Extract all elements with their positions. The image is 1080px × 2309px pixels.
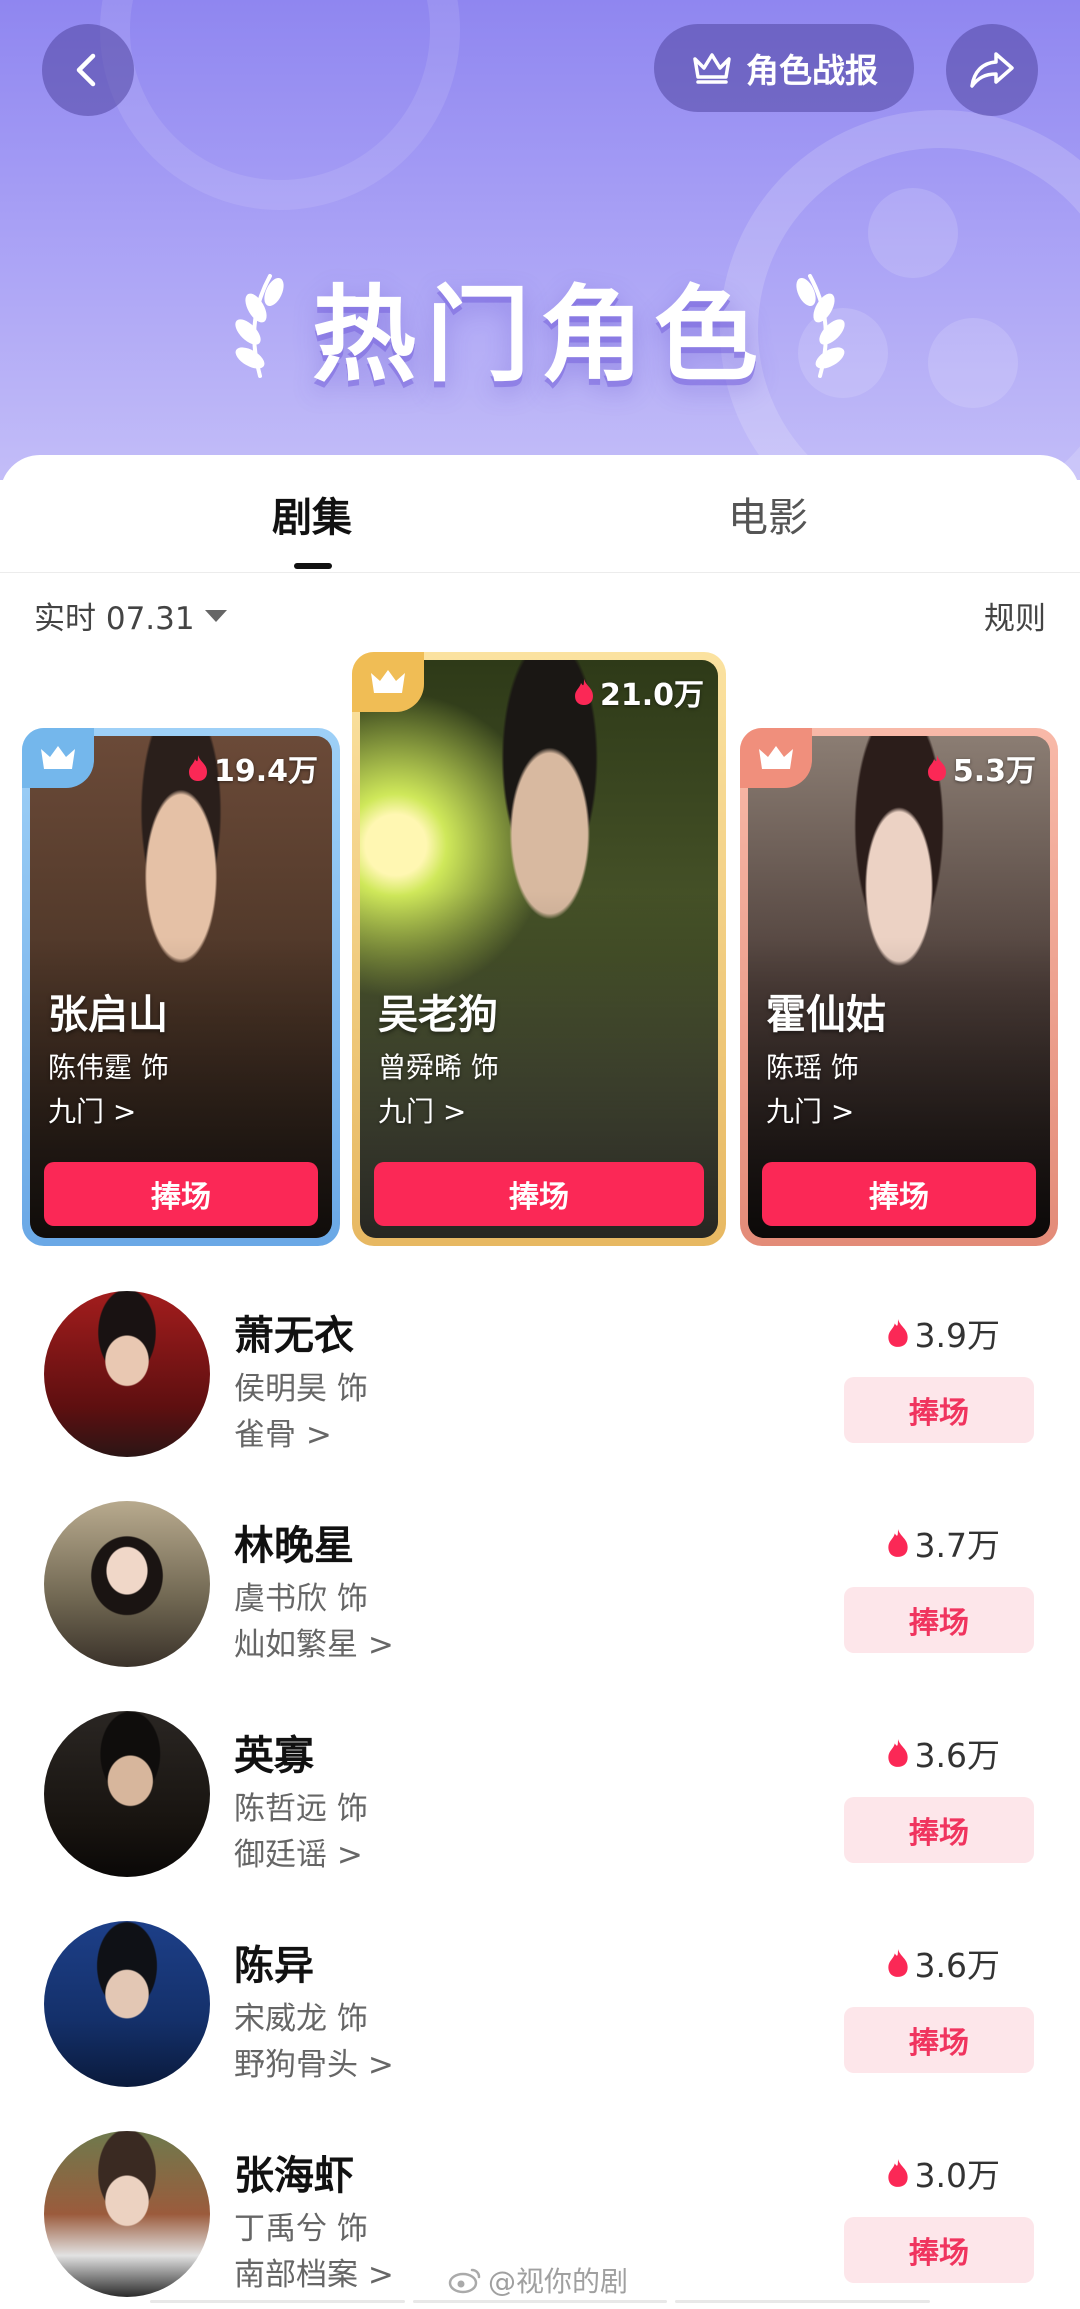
- flame-icon: [887, 1739, 908, 1767]
- avatar: [44, 2131, 210, 2297]
- role-name: 陈异: [234, 1943, 314, 1989]
- flame-icon: [574, 679, 593, 705]
- back-arrow-icon: [76, 53, 96, 87]
- actor-name: 陈瑶 饰: [766, 1051, 859, 1084]
- role-photo: [360, 660, 718, 1238]
- heat-text: 21.0万: [599, 678, 704, 713]
- category-tabs: 剧集 电影: [0, 455, 1080, 573]
- tab-movie[interactable]: 电影: [728, 485, 808, 543]
- heat-value: 21.0万: [572, 670, 704, 714]
- top-role-card[interactable]: 19.4万 张启山 陈伟霆 饰 九门 > 捧场: [22, 728, 340, 1246]
- show-link[interactable]: 雀骨 >: [234, 1409, 332, 1454]
- heat-value: 3.0万: [885, 2149, 1000, 2197]
- rank-crown-badge: [22, 728, 94, 788]
- show-link[interactable]: 御廷谣 >: [234, 1829, 363, 1874]
- watermark: @视你的剧: [448, 2260, 628, 2300]
- caret-down-icon: [204, 609, 227, 622]
- actor-name: 陈哲远 饰: [234, 1791, 368, 1827]
- heat-value: 3.9万: [885, 1309, 1000, 1357]
- support-button[interactable]: 捧场: [374, 1162, 704, 1226]
- actor-name: 宋威龙 饰: [234, 2001, 368, 2037]
- role-name: 林晚星: [234, 1523, 354, 1569]
- flame-icon: [927, 755, 946, 781]
- support-button[interactable]: 捧场: [844, 2007, 1034, 2073]
- list-item[interactable]: 英寡 陈哲远 饰 御廷谣 > 3.6万 捧场: [0, 1711, 1080, 1901]
- show-link[interactable]: 野狗骨头 >: [234, 2039, 394, 2084]
- hero-banner: 角色战报 热门角色: [0, 0, 1080, 480]
- heat-value: 3.6万: [885, 1939, 1000, 1987]
- heat-text: 3.7万: [914, 1526, 1000, 1565]
- heat-text: 5.3万: [952, 754, 1036, 789]
- support-button[interactable]: 捧场: [844, 1377, 1034, 1443]
- avatar: [44, 1921, 210, 2087]
- top-role-card[interactable]: 5.3万 霍仙姑 陈瑶 饰 九门 > 捧场: [740, 728, 1058, 1246]
- share-button[interactable]: [946, 24, 1038, 116]
- laurel-right-icon: [796, 274, 845, 378]
- watermark-text: @视你的剧: [488, 2265, 629, 2298]
- flame-icon: [887, 1949, 908, 1977]
- flame-icon: [887, 2159, 908, 2187]
- support-button[interactable]: 捧场: [762, 1162, 1036, 1226]
- role-name: 萧无衣: [234, 1313, 354, 1359]
- role-name: 张启山: [48, 992, 168, 1038]
- heat-value: 3.7万: [885, 1519, 1000, 1567]
- heat-text: 3.0万: [914, 2156, 1000, 2195]
- flame-icon: [887, 1529, 908, 1557]
- heat-value: 3.6万: [885, 1729, 1000, 1777]
- support-button[interactable]: 捧场: [844, 1587, 1034, 1653]
- flame-icon: [887, 1319, 908, 1347]
- list-item[interactable]: 萧无衣 侯明昊 饰 雀骨 > 3.9万 捧场: [0, 1291, 1080, 1481]
- role-name: 霍仙姑: [766, 992, 886, 1038]
- weibo-logo-icon: [448, 2268, 481, 2294]
- film-reel-decoration: [100, 0, 460, 210]
- actor-name: 虞书欣 饰: [234, 1581, 368, 1617]
- back-button[interactable]: [42, 24, 134, 116]
- heat-text: 19.4万: [213, 754, 318, 789]
- role-report-button[interactable]: 角色战报: [654, 24, 914, 112]
- role-name: 吴老狗: [378, 992, 498, 1038]
- avatar: [44, 1291, 210, 1457]
- support-button[interactable]: 捧场: [44, 1162, 318, 1226]
- date-filter-dropdown[interactable]: 实时 07.31: [34, 593, 229, 638]
- flame-icon: [188, 755, 207, 781]
- role-report-label: 角色战报: [746, 51, 878, 90]
- crown-icon: [759, 746, 793, 769]
- crown-icon: [41, 746, 75, 769]
- support-button[interactable]: 捧场: [844, 2217, 1034, 2283]
- actor-name: 丁禹兮 饰: [234, 2211, 368, 2247]
- actor-name: 陈伟霆 饰: [48, 1051, 169, 1084]
- actor-name: 曾舜晞 饰: [378, 1051, 499, 1084]
- show-link[interactable]: 南部档案 >: [234, 2249, 394, 2294]
- list-item[interactable]: 林晚星 虞书欣 饰 灿如繁星 > 3.7万 捧场: [0, 1501, 1080, 1691]
- filter-row: 实时 07.31 规则: [0, 593, 1080, 643]
- date-filter-label: 实时 07.31: [34, 601, 195, 637]
- show-link[interactable]: 九门 >: [48, 1090, 136, 1130]
- page-title: 热门角色: [311, 274, 768, 396]
- show-link[interactable]: 灿如繁星 >: [234, 1619, 394, 1664]
- share-arrow-icon: [970, 52, 1014, 88]
- heat-text: 3.9万: [914, 1316, 1000, 1355]
- heat-text: 3.6万: [914, 1946, 1000, 1985]
- role-name: 张海虾: [234, 2153, 354, 2199]
- role-name: 英寡: [234, 1733, 314, 1779]
- heat-value: 19.4万: [186, 746, 318, 790]
- tab-series[interactable]: 剧集: [272, 485, 352, 543]
- actor-name: 侯明昊 饰: [234, 1371, 368, 1407]
- rank-crown-badge: [352, 652, 424, 712]
- list-item[interactable]: 陈异 宋威龙 饰 野狗骨头 > 3.6万 捧场: [0, 1921, 1080, 2111]
- show-link[interactable]: 九门 >: [766, 1090, 854, 1130]
- rules-link[interactable]: 规则: [984, 593, 1046, 638]
- crown-icon: [371, 670, 405, 693]
- rank-crown-badge: [740, 728, 812, 788]
- avatar: [44, 1711, 210, 1877]
- bottom-edge-lines: [150, 2300, 931, 2303]
- support-button[interactable]: 捧场: [844, 1797, 1034, 1863]
- top-role-card[interactable]: 21.0万 吴老狗 曾舜晞 饰 九门 > 捧场: [352, 652, 726, 1246]
- crown-outline-icon: [693, 53, 731, 84]
- active-tab-indicator: [294, 563, 332, 569]
- show-link[interactable]: 九门 >: [378, 1090, 466, 1130]
- heat-value: 5.3万: [925, 746, 1036, 790]
- heat-text: 3.6万: [914, 1736, 1000, 1775]
- avatar: [44, 1501, 210, 1667]
